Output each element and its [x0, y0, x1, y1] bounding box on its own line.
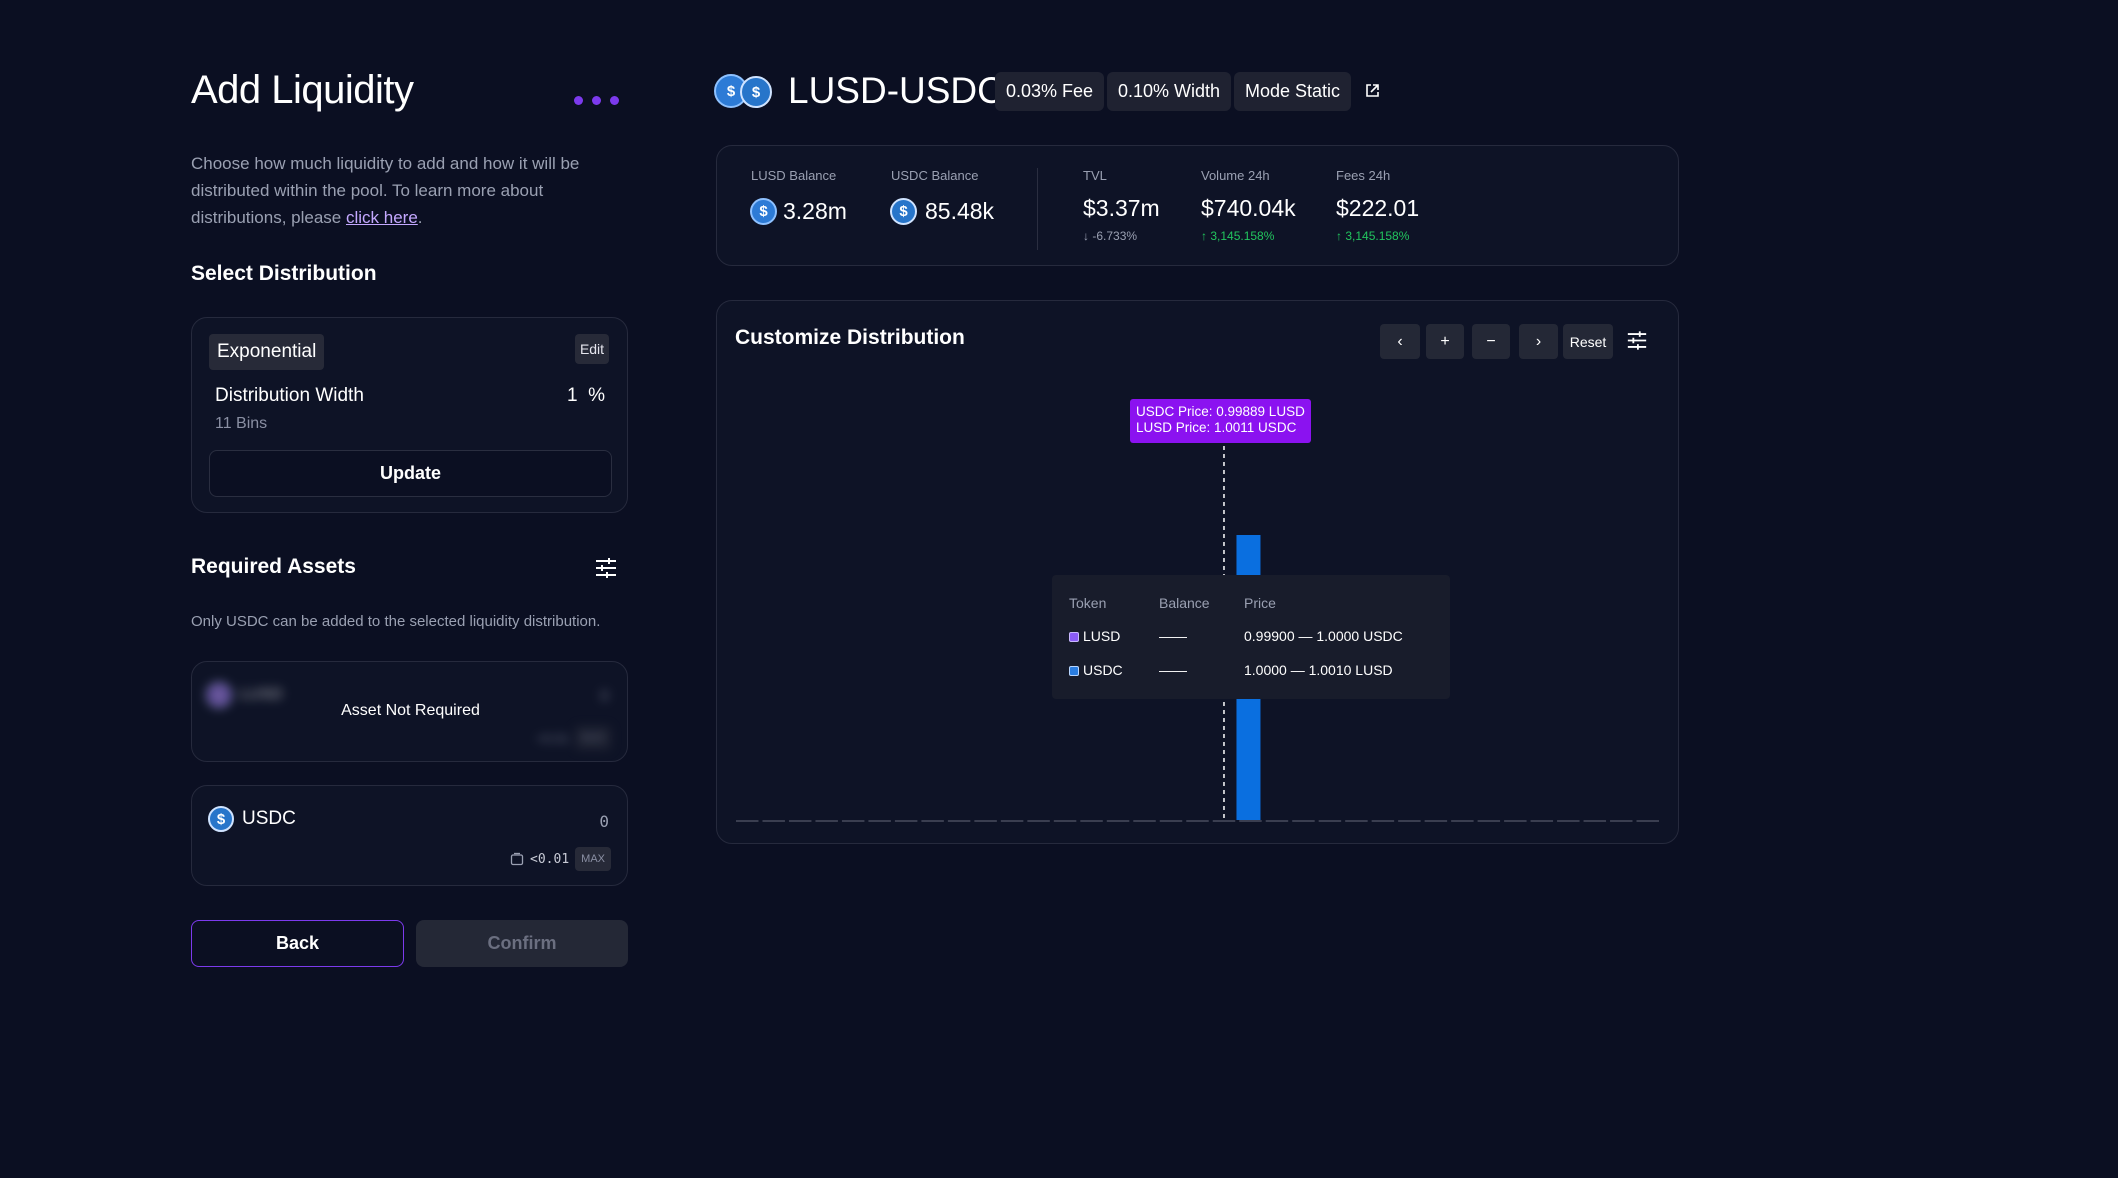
stats-divider [1037, 168, 1038, 250]
volume-label: Volume 24h [1201, 168, 1270, 183]
page-title: Add Liquidity [191, 68, 414, 112]
customize-distribution-panel: Customize Distribution ‹ + − › Reset USD… [716, 300, 1679, 844]
tvl-change: ↓ -6.733% [1083, 229, 1138, 243]
usdc-balance-label: USDC Balance [891, 168, 979, 183]
distribution-chart[interactable] [717, 301, 1680, 845]
pair-title: LUSD-USDC [788, 70, 1004, 111]
fees-change: ↑ 3,145.158% [1336, 229, 1410, 243]
max-button[interactable]: MAX [575, 847, 611, 871]
usdc-logo-icon: $ [208, 806, 234, 832]
tvl-label: TVL [1083, 168, 1107, 183]
asset-not-required: Asset Not Required [341, 702, 480, 719]
legend-row-lusd-balance: —— [1159, 628, 1187, 644]
external-link-icon[interactable] [1364, 83, 1380, 104]
lusd-balance: <0.01 MAX [536, 726, 611, 750]
distribution-card: Exponential Edit Distribution Width 1 % … [191, 317, 628, 513]
confirm-button[interactable]: Confirm [416, 920, 628, 967]
usdc-token: $ USDC [208, 806, 296, 832]
usdc-logo-icon: $ [740, 76, 772, 108]
width-badge: 0.10% Width [1107, 72, 1232, 111]
required-assets-title: Required Assets [191, 555, 356, 578]
lusd-logo-icon: $ [750, 198, 777, 225]
more-options-icon[interactable] [574, 96, 619, 105]
legend-row-usdc-balance: —— [1159, 662, 1187, 678]
bin-info-tooltip: Token Balance Price LUSD —— 0.99900 — 1.… [1052, 575, 1450, 699]
legend-header-price: Price [1244, 595, 1276, 611]
select-distribution-title: Select Distribution [191, 262, 377, 285]
legend-header-token: Token [1069, 595, 1107, 611]
settings-sliders-icon[interactable] [594, 557, 618, 584]
legend-row-usdc-token: USDC [1069, 662, 1123, 678]
wallet-icon [510, 852, 524, 866]
back-button[interactable]: Back [191, 920, 404, 967]
usdc-balance: <0.01 MAX [510, 847, 611, 871]
usdc-balance-value: $ 85.48k [890, 198, 994, 225]
fee-badge: 0.03% Fee [995, 72, 1105, 111]
pool-stats-card: LUSD Balance $ 3.28m USDC Balance $ 85.4… [716, 145, 1679, 266]
click-here-link[interactable]: click here [346, 208, 418, 227]
usdc-amount-input[interactable]: 0 [599, 812, 609, 831]
tvl-value: $3.37m [1083, 195, 1160, 221]
pair-logos: $ $ [714, 74, 776, 110]
intro-text: Choose how much liquidity to add and how… [191, 154, 580, 227]
lusd-asset-card: $ LUSD 0 <0.01 MAX Asset Not Required [191, 661, 628, 762]
distribution-width-label: Distribution Width [215, 385, 364, 406]
usdc-asset-card: $ USDC 0 <0.01 MAX [191, 785, 628, 886]
legend-header-balance: Balance [1159, 595, 1210, 611]
legend-row-lusd-token: LUSD [1069, 628, 1120, 644]
distribution-type[interactable]: Exponential [209, 334, 325, 370]
update-button[interactable]: Update [209, 450, 612, 497]
volume-value: $740.04k [1201, 195, 1296, 221]
lusd-balance-label: LUSD Balance [751, 168, 837, 183]
legend-row-lusd-price: 0.99900 — 1.0000 USDC [1244, 628, 1403, 644]
legend-row-usdc-price: 1.0000 — 1.0010 LUSD [1244, 662, 1393, 678]
lusd-balance-value: $ 3.28m [750, 198, 847, 225]
mode-badge: Mode Static [1234, 72, 1352, 111]
fees-label: Fees 24h [1336, 168, 1391, 183]
current-price-tooltip: USDC Price: 0.99889 LUSD LUSD Price: 1.0… [1130, 399, 1311, 443]
required-assets-note: Only USDC can be added to the selected l… [191, 613, 601, 630]
fees-value: $222.01 [1336, 195, 1420, 221]
distribution-width-value[interactable]: 1 % [567, 385, 605, 407]
bins-count: 11 Bins [215, 415, 268, 432]
edit-button[interactable]: Edit [575, 334, 609, 364]
volume-change: ↑ 3,145.158% [1201, 229, 1275, 243]
usdc-logo-icon: $ [890, 198, 917, 225]
